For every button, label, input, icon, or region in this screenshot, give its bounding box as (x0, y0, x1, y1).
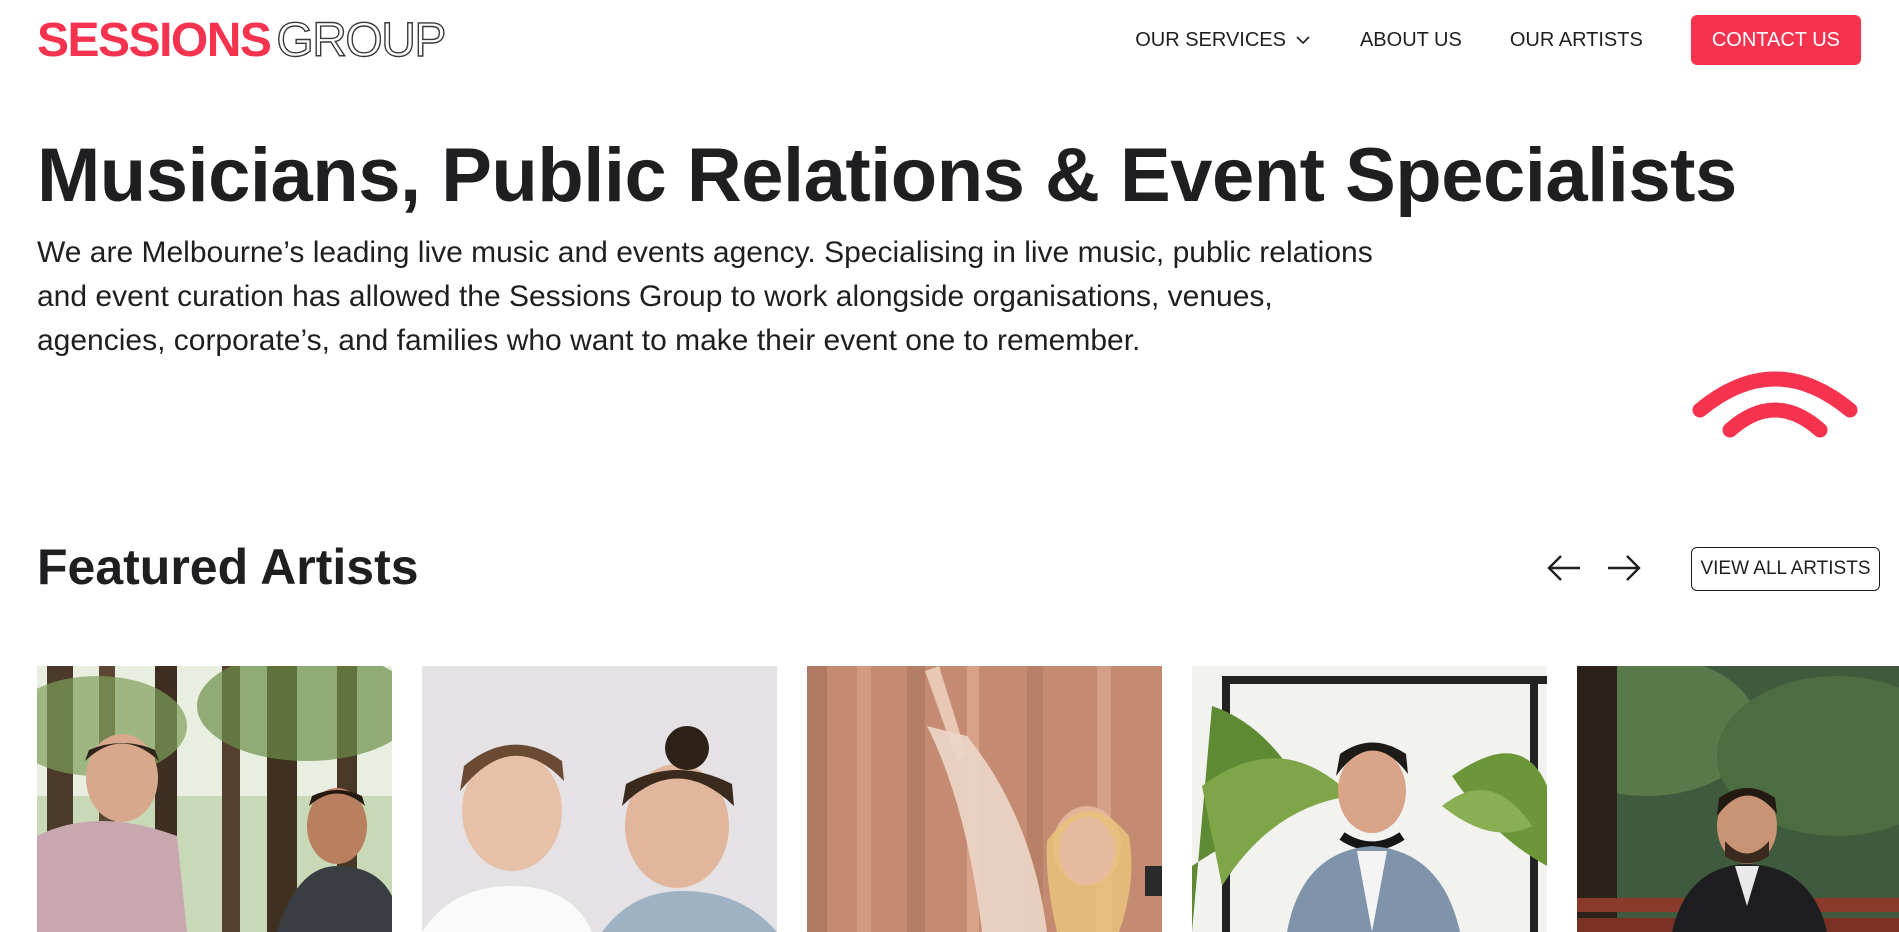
artist-photo (1577, 666, 1899, 932)
artist-card[interactable] (422, 666, 777, 932)
site-logo[interactable]: SESSIONS GROUP (37, 12, 447, 70)
artist-card[interactable] (1192, 666, 1547, 932)
artist-photo (37, 666, 392, 932)
artist-photo (422, 666, 777, 932)
artist-card[interactable] (1577, 666, 1899, 932)
logo-part-group: GROUP (276, 13, 447, 67)
artist-card[interactable] (807, 666, 1162, 932)
nav-about-us[interactable]: ABOUT US (1360, 29, 1462, 52)
contact-us-button[interactable]: CONTACT US (1690, 15, 1861, 65)
hero-title: Musicians, Public Relations & Event Spec… (37, 133, 1737, 218)
nav-our-services-label: OUR SERVICES (1135, 28, 1286, 51)
wifi-signal-icon (1692, 371, 1858, 438)
artist-card[interactable] (37, 666, 392, 932)
artist-carousel (37, 666, 1899, 932)
arrow-right-icon[interactable] (1604, 548, 1644, 588)
logo-part-sessions: SESSIONS (37, 14, 272, 67)
nav-our-artists[interactable]: OUR ARTISTS (1510, 29, 1643, 52)
main-nav: OUR SERVICES ABOUT US OUR ARTISTS CONTAC… (1135, 15, 1861, 65)
nav-our-services[interactable]: OUR SERVICES (1135, 29, 1312, 52)
arrow-left-icon[interactable] (1544, 548, 1584, 588)
nav-about-us-label: ABOUT US (1359, 28, 1462, 51)
hero-description-line-3: agencies, corporate’s, and families who … (37, 324, 1141, 357)
hero-description: We are Melbourne’s leading live music an… (37, 231, 1567, 363)
site-header: SESSIONS GROUP OUR SERVICES ABOUT US OUR … (0, 0, 1899, 82)
view-all-artists-button[interactable]: VIEW ALL ARTISTS (1691, 547, 1880, 591)
artist-photo (1192, 666, 1547, 932)
hero-description-line-1: We are Melbourne’s leading live music an… (37, 236, 1373, 269)
hero-description-line-2: and event curation has allowed the Sessi… (37, 280, 1273, 313)
nav-our-artists-label: OUR ARTISTS (1509, 28, 1643, 51)
artist-photo (807, 666, 1162, 932)
chevron-down-icon (1296, 36, 1310, 45)
featured-artists-title: Featured Artists (37, 539, 419, 595)
